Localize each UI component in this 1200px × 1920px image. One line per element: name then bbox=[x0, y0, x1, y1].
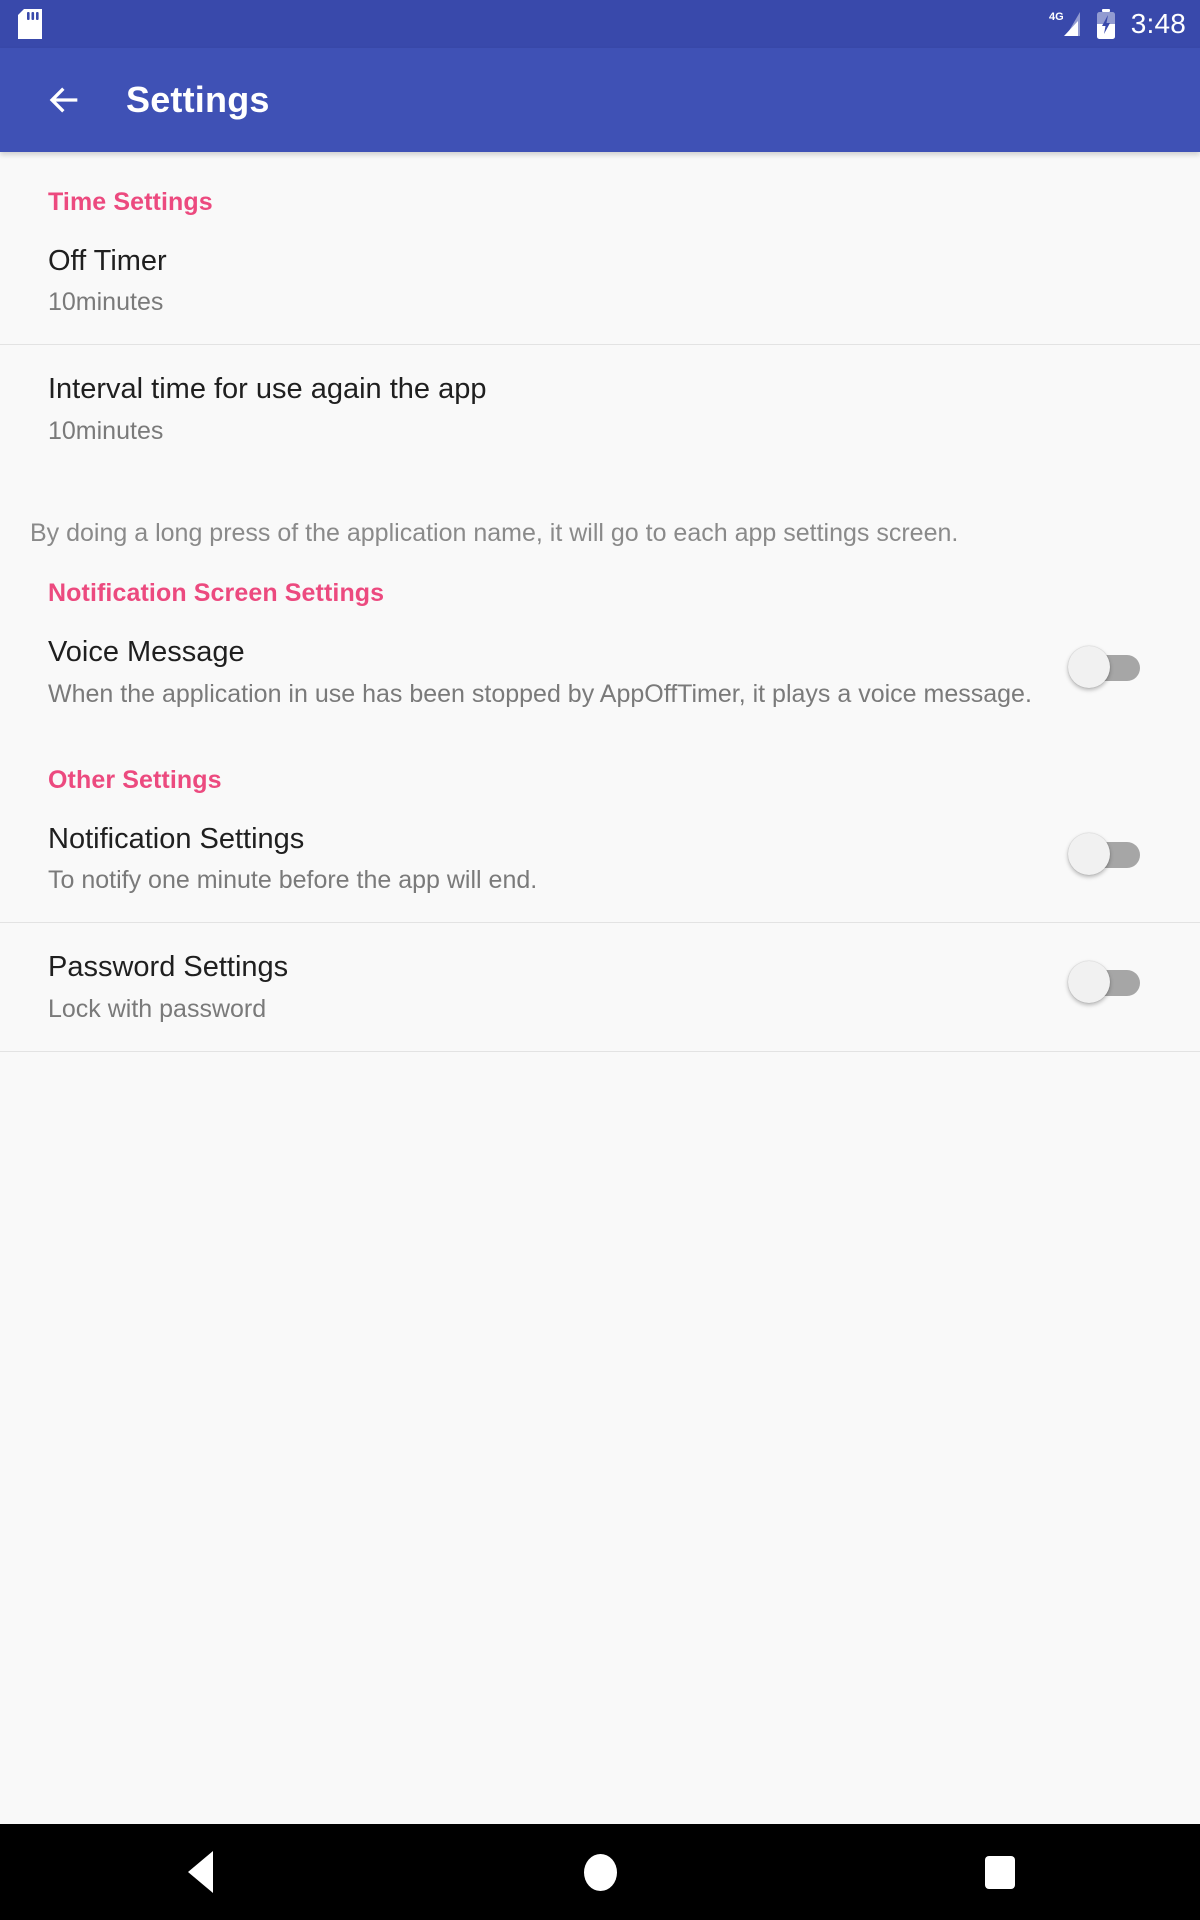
section-header-notification-screen-settings: Notification Screen Settings bbox=[48, 579, 385, 608]
pref-row-interval-time[interactable]: Interval time for use again the app 10mi… bbox=[0, 345, 1200, 472]
page-title: Settings bbox=[126, 79, 270, 120]
switch-thumb bbox=[1068, 832, 1110, 875]
phone-screen: 4G 3:48 Settings Time Settings Off Timer bbox=[0, 0, 1200, 1920]
switch-voice-message[interactable] bbox=[1068, 644, 1140, 690]
nav-recents-square-icon bbox=[985, 1855, 1015, 1889]
network-type-label: 4G bbox=[1049, 11, 1064, 23]
switch-thumb bbox=[1068, 646, 1110, 689]
section-header-other-settings: Other Settings bbox=[48, 765, 222, 794]
signal-bars-icon: 4G bbox=[1049, 11, 1080, 36]
pref-text-password-settings: Password Settings Lock with password bbox=[48, 951, 1068, 1024]
pref-title-notification-settings: Notification Settings bbox=[48, 822, 305, 855]
pref-row-password-settings[interactable]: Password Settings Lock with password bbox=[0, 923, 1200, 1050]
back-arrow-icon[interactable] bbox=[44, 80, 84, 120]
pref-row-off-timer[interactable]: Off Timer 10minutes bbox=[0, 217, 1200, 344]
switch-password-settings[interactable] bbox=[1068, 959, 1140, 1005]
status-bar-clock: 3:48 bbox=[1130, 8, 1186, 39]
pref-title-voice-message: Voice Message bbox=[48, 636, 245, 669]
pref-text-off-timer: Off Timer 10minutes bbox=[48, 245, 1152, 318]
switch-notification-settings[interactable] bbox=[1068, 831, 1140, 877]
nav-home-button[interactable] bbox=[530, 1824, 670, 1920]
nav-back-button[interactable] bbox=[130, 1824, 270, 1920]
pref-text-interval-time: Interval time for use again the app 10mi… bbox=[48, 373, 1152, 446]
section-header-time-settings: Time Settings bbox=[48, 188, 213, 216]
nav-home-circle-icon bbox=[583, 1853, 617, 1891]
sd-card-icon bbox=[18, 9, 42, 39]
battery-charging-icon bbox=[1096, 9, 1115, 39]
long-press-hint: By doing a long press of the application… bbox=[30, 518, 959, 547]
nav-back-triangle-icon bbox=[187, 1851, 213, 1893]
status-bar-right: 4G 3:48 bbox=[1049, 9, 1186, 39]
pref-row-notification-settings[interactable]: Notification Settings To notify one minu… bbox=[0, 795, 1200, 922]
pref-title-off-timer: Off Timer bbox=[48, 245, 167, 277]
app-bar: Settings bbox=[0, 48, 1200, 152]
pref-title-interval-time: Interval time for use again the app bbox=[48, 373, 487, 406]
switch-thumb bbox=[1068, 961, 1110, 1004]
nav-recents-button[interactable] bbox=[930, 1824, 1070, 1920]
divider bbox=[0, 1050, 1200, 1052]
pref-summary-password-settings: Lock with password bbox=[48, 994, 267, 1023]
pref-summary-notification-settings: To notify one minute before the app will… bbox=[48, 866, 538, 895]
status-bar-left bbox=[18, 9, 42, 39]
pref-text-notification-settings: Notification Settings To notify one minu… bbox=[48, 823, 1068, 896]
status-bar: 4G 3:48 bbox=[0, 0, 1200, 48]
pref-row-voice-message[interactable]: Voice Message When the application in us… bbox=[0, 608, 1200, 735]
pref-title-password-settings: Password Settings bbox=[48, 951, 289, 984]
pref-summary-off-timer: 10minutes bbox=[48, 288, 164, 317]
android-nav-bar bbox=[0, 1824, 1200, 1920]
pref-summary-voice-message: When the application in use has been sto… bbox=[48, 679, 1032, 708]
settings-content: Time Settings Off Timer 10minutes Interv… bbox=[0, 152, 1200, 1824]
pref-summary-interval-time: 10minutes bbox=[48, 416, 164, 445]
pref-text-voice-message: Voice Message When the application in us… bbox=[48, 636, 1068, 709]
